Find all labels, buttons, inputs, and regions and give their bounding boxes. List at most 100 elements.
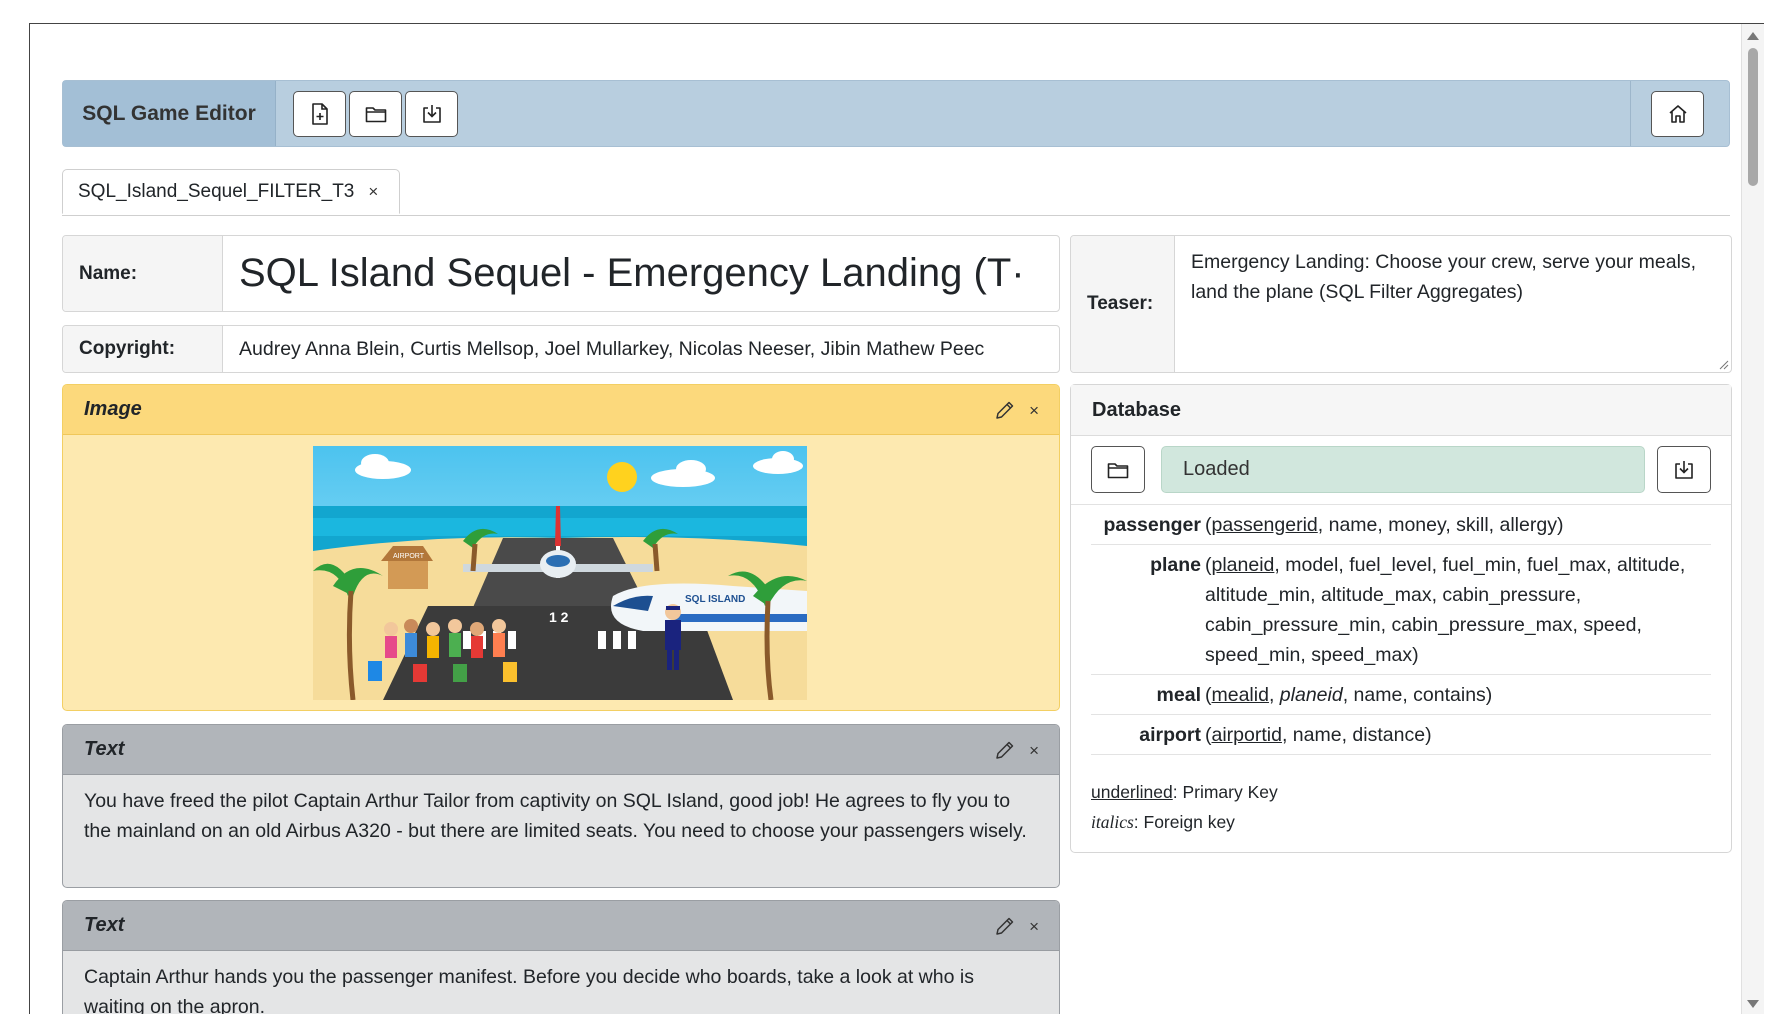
close-icon[interactable]: × [1029,402,1039,419]
table-name: plane [1150,554,1201,576]
sql-island-illustration: 1 2 SQL ISLAND AIRPORT [313,446,807,700]
tab-bar: SQL_Island_Sequel_FILTER_T3 × [62,169,1730,216]
open-folder-button[interactable] [349,91,402,137]
text-card-1-title: Text [84,738,125,760]
tab-close-icon[interactable]: × [368,182,378,202]
column-name: speed_max [1311,644,1413,666]
text-card-1: Text × You have freed the pilot Captain … [62,724,1060,888]
name-field: Name: SQL Island Sequel - Emergency Land… [62,235,1060,312]
legend-pk-desc: : Primary Key [1172,782,1278,802]
home-icon [1668,105,1687,123]
name-label: Name: [63,236,223,311]
open-database-button[interactable] [1091,446,1145,493]
table-name: meal [1156,684,1201,706]
app-brand: SQL Game Editor [63,81,276,146]
toolbar: SQL Game Editor [62,80,1730,147]
column-name: fuel_max [1527,554,1607,576]
vertical-scrollbar[interactable] [1741,24,1764,1014]
text-card-2-body: Captain Arthur hands you the passenger m… [84,966,974,1014]
download-icon [422,105,441,123]
column-name: fuel_min [1442,554,1517,576]
text-card-2-title: Text [84,914,125,936]
column-name: planeid [1211,554,1275,576]
scroll-down-icon[interactable] [1747,1000,1759,1008]
open-folder-icon [365,107,386,123]
name-input[interactable]: SQL Island Sequel - Emergency Landing (T… [223,236,1059,311]
teaser-field: Teaser: Emergency Landing: Choose your c… [1070,235,1732,373]
download-database-button[interactable] [1657,446,1711,493]
image-card-header: Image × [63,385,1059,435]
close-icon[interactable]: × [1029,742,1039,759]
column-name: name [1328,514,1378,536]
pencil-icon[interactable] [995,740,1015,760]
plane-label: SQL ISLAND [685,594,745,605]
tab-sql-island-sequel[interactable]: SQL_Island_Sequel_FILTER_T3 × [62,169,400,214]
column-name: planeid [1279,684,1343,706]
table-name: airport [1139,724,1201,746]
schema-table-passenger: passenger (passengerid, name, money, skil… [1091,505,1711,545]
column-name: passengerid [1211,514,1318,536]
teaser-textarea[interactable]: Emergency Landing: Choose your crew, ser… [1175,236,1731,372]
column-name: fuel_level [1349,554,1432,576]
teaser-text: Emergency Landing: Choose your crew, ser… [1191,251,1697,303]
pencil-icon[interactable] [995,916,1015,936]
column-name: altitude_max [1321,584,1432,606]
schema-table-plane: plane (planeid, model, fuel_level, fuel_m… [1091,545,1711,675]
pencil-icon[interactable] [995,400,1015,420]
image-card-title: Image [84,398,142,420]
legend-pk-term: underlined [1091,782,1173,802]
copyright-input[interactable]: Audrey Anna Blein, Curtis Mellsop, Joel … [223,326,1059,372]
airport-sign: AIRPORT [393,553,425,560]
download-icon [1675,460,1693,479]
home-button[interactable] [1651,91,1704,137]
legend-fk-term: italics [1091,812,1134,832]
schema-table-meal: meal (mealid, planeid, name, contains) [1091,675,1711,715]
column-name: contains [1413,684,1486,706]
column-name: speed [1583,614,1637,636]
column-name: cabin_pressure_min [1205,614,1381,636]
database-schema: passenger (passengerid, name, money, skil… [1091,505,1711,755]
column-name: cabin_pressure_max [1391,614,1573,636]
teaser-label: Teaser: [1071,236,1175,372]
database-controls: Loaded [1071,436,1731,505]
column-name: name [1353,684,1403,706]
column-name: speed_min [1205,644,1301,666]
database-status: Loaded [1161,446,1645,493]
database-card: Database Loaded passenger (passengerid, n… [1070,384,1732,853]
column-name: allergy [1499,514,1557,536]
column-name: airportid [1211,724,1282,746]
app-window: SQL Game Editor SQL_Island_Sequel_FILTER… [29,23,1764,1014]
open-folder-icon [1107,462,1129,478]
schema-table-airport: airport (airportid, name, distance) [1091,715,1711,755]
column-name: skill [1456,514,1489,536]
text-card-2: Text × Captain Arthur hands you the pass… [62,900,1060,1014]
table-columns: (airportid, name, distance) [1205,724,1432,746]
runway-number: 1 2 [549,609,569,625]
tab-label: SQL_Island_Sequel_FILTER_T3 [78,180,355,202]
column-name: name [1292,724,1342,746]
download-button[interactable] [405,91,458,137]
new-file-button[interactable] [293,91,346,137]
schema-legend: underlined: Primary Key italics: Foreign… [1091,777,1711,837]
scrollbar-thumb[interactable] [1748,48,1758,186]
text-card-1-body: You have freed the pilot Captain Arthur … [84,790,1027,842]
home-area [1630,81,1729,146]
scroll-up-icon[interactable] [1747,32,1759,40]
legend-fk-desc: : Foreign key [1133,812,1235,832]
column-name: cabin_pressure [1442,584,1576,606]
copyright-field: Copyright: Audrey Anna Blein, Curtis Mel… [62,325,1060,373]
column-name: altitude_min [1205,584,1311,606]
table-columns: (mealid, planeid, name, contains) [1205,684,1493,706]
column-name: mealid [1211,684,1269,706]
database-title: Database [1071,385,1731,436]
column-name: distance [1352,724,1426,746]
column-name: model [1285,554,1339,576]
table-columns: (planeid, model, fuel_level, fuel_min, f… [1205,554,1686,666]
column-name: money [1388,514,1446,536]
resize-handle-icon[interactable] [1719,360,1729,370]
close-icon[interactable]: × [1029,918,1039,935]
table-name: passenger [1103,514,1201,536]
new-file-icon [311,103,328,125]
text-card-2-header: Text × [63,901,1059,951]
table-columns: (passengerid, name, money, skill, allerg… [1205,514,1564,536]
